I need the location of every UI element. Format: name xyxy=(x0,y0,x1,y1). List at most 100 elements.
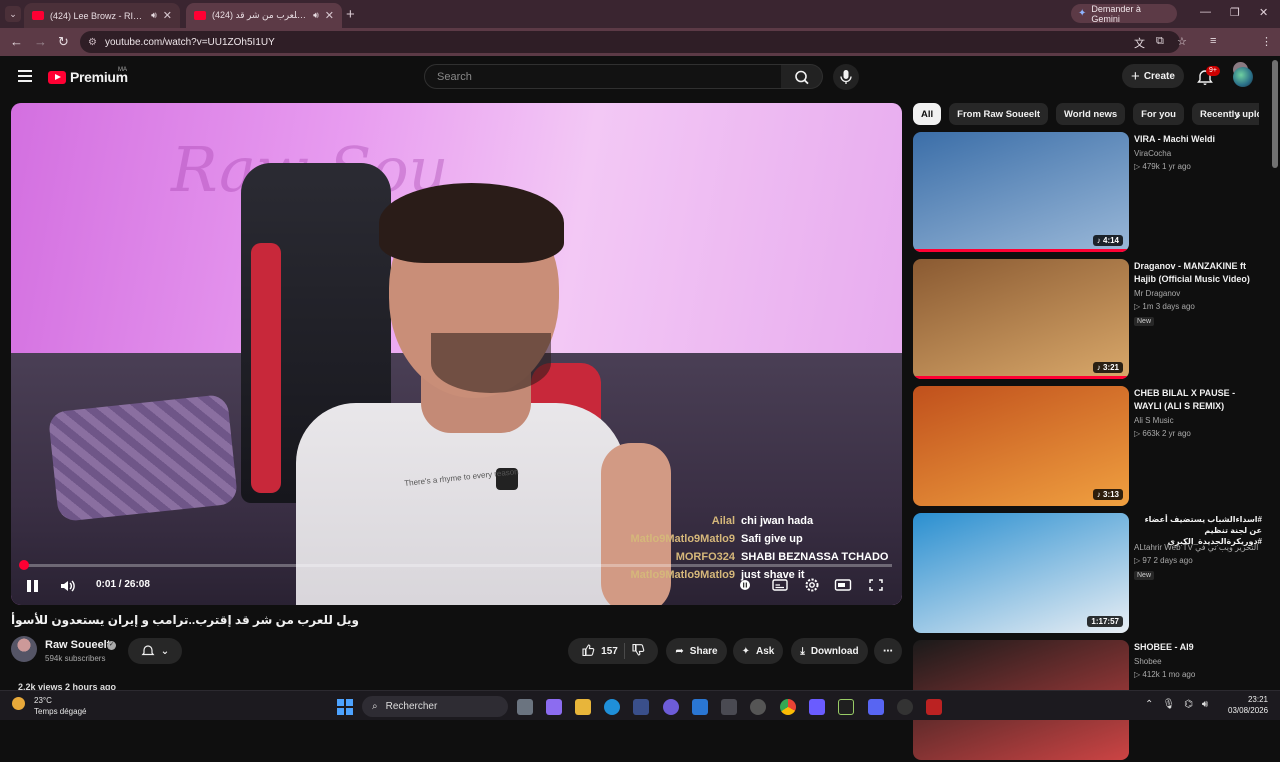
create-button[interactable]: + Create xyxy=(1122,64,1184,88)
duration-badge: ♪ 3:21 xyxy=(1092,362,1123,373)
download-button[interactable]: ⤓ Download xyxy=(791,638,868,664)
seek-handle[interactable] xyxy=(19,560,29,570)
related-video-title[interactable]: CHEB BILAL X PAUSE - WAYLI (ALI S REMIX) xyxy=(1134,387,1262,413)
taskbar-search-box[interactable]: ⌕ Rechercher xyxy=(362,696,508,717)
app-icon[interactable] xyxy=(897,699,913,715)
page-scrollbar[interactable] xyxy=(1272,60,1278,168)
like-count[interactable]: 157 xyxy=(601,646,618,657)
tab-list-chevron-icon[interactable]: ⌄ xyxy=(5,6,21,22)
new-tab-plus-icon[interactable]: + xyxy=(346,6,355,23)
network-icon[interactable]: ⌬ xyxy=(1184,699,1193,710)
thumbs-down-icon[interactable] xyxy=(631,643,645,660)
app-icon[interactable] xyxy=(838,699,854,715)
video-person-hair xyxy=(379,183,564,263)
thumbs-up-icon[interactable] xyxy=(581,643,595,660)
address-bar[interactable]: ⚙︎ youtube.com/watch?v=UU1ZOh5I1UY xyxy=(80,31,1180,53)
tray-overflow-chevron-icon[interactable]: ⌃ xyxy=(1145,699,1153,710)
edge-browser-icon[interactable] xyxy=(604,699,620,715)
search-input[interactable]: Search xyxy=(424,64,782,89)
browser-tab-1[interactable]: (424) Lee Browz - RIGATO 🔊︎ ✕ xyxy=(24,3,180,28)
browser-tab-strip: ⌄ (424) Lee Browz - RIGATO 🔊︎ ✕ (424) وي… xyxy=(0,0,1280,28)
close-tab-icon[interactable]: ✕ xyxy=(163,9,172,22)
back-arrow-icon[interactable]: ← xyxy=(10,34,23,49)
speaker-icon[interactable]: 🔊︎ xyxy=(151,10,157,21)
chip-from-channel[interactable]: From Raw Soueelt xyxy=(949,103,1049,125)
related-channel-name[interactable]: ViraCocha xyxy=(1134,149,1171,158)
related-video-title[interactable]: SHOBEE - AI9 xyxy=(1134,641,1262,654)
steam-icon[interactable] xyxy=(750,699,766,715)
translate-icon[interactable]: 文 xyxy=(1134,35,1145,51)
hamburger-menu-icon[interactable] xyxy=(18,70,32,82)
app-icon[interactable] xyxy=(721,699,737,715)
related-channel-name[interactable]: ALtahrir Web TV التحرير ويب تي في xyxy=(1134,543,1258,552)
channel-avatar[interactable] xyxy=(11,636,37,662)
related-video-title[interactable]: Draganov - MANZAKINE ft Hajib (Official … xyxy=(1134,260,1262,286)
tab-label: (424) ويل للعرب من شر قد xyxy=(212,10,307,20)
related-video-card[interactable]: ♪ 4:14 VIRA - Machi Weldi ViraCocha ▷ 479k … xyxy=(913,132,1263,254)
chip-for-you[interactable]: For you xyxy=(1133,103,1184,125)
pause-icon[interactable] xyxy=(27,579,41,593)
browser-tab-2-active[interactable]: (424) ويل للعرب من شر قد 🔊︎ ✕ xyxy=(186,3,342,28)
related-channel-name[interactable]: Ali S Music xyxy=(1134,416,1174,425)
video-thumbnail[interactable]: ♪ 4:14 xyxy=(913,132,1129,252)
related-video-title[interactable]: VIRA - Machi Weldi xyxy=(1134,133,1262,146)
volume-icon[interactable] xyxy=(59,578,77,594)
autoplay-toggle-icon[interactable] xyxy=(736,577,754,593)
video-player[interactable]: Raw Sou There's a rhyme to every reason … xyxy=(11,103,902,605)
video-thumbnail[interactable]: ♪ 3:21 xyxy=(913,259,1129,379)
taskbar-clock[interactable]: 23:21 03/08/2026 xyxy=(1228,694,1268,716)
chrome-icon[interactable] xyxy=(780,699,796,715)
close-tab-icon[interactable]: ✕ xyxy=(325,9,334,22)
copilot-icon[interactable] xyxy=(546,699,562,715)
file-explorer-icon[interactable] xyxy=(575,699,591,715)
microphone-icon[interactable]: 🎙︎ xyxy=(1162,699,1175,710)
related-channel-name[interactable]: Shobee xyxy=(1134,657,1162,666)
install-app-icon[interactable]: ⧉ xyxy=(1156,35,1164,48)
ask-button[interactable]: ✦ Ask xyxy=(733,638,783,664)
chip-all[interactable]: All xyxy=(913,103,942,125)
close-window-icon[interactable]: ✕ xyxy=(1259,6,1268,19)
subtitles-icon[interactable] xyxy=(771,577,789,593)
more-actions-icon[interactable]: ⋯ xyxy=(874,638,902,664)
video-thumbnail[interactable]: 1:17:57 xyxy=(913,513,1129,633)
task-view-icon[interactable] xyxy=(517,699,533,715)
chevron-right-icon[interactable]: › xyxy=(1236,106,1241,122)
account-avatar[interactable] xyxy=(1233,67,1253,87)
seek-bar[interactable] xyxy=(21,564,892,567)
video-thumbnail[interactable]: ♪ 3:13 xyxy=(913,386,1129,506)
settings-gear-icon[interactable] xyxy=(803,577,821,593)
chip-recently-uploaded[interactable]: Recently uploaded xyxy=(1192,103,1259,125)
search-button[interactable] xyxy=(781,64,823,89)
chip-world-news[interactable]: World news xyxy=(1056,103,1126,125)
fullscreen-icon[interactable] xyxy=(867,577,885,593)
site-info-icon[interactable]: ⚙︎ xyxy=(88,37,97,48)
mail-icon[interactable] xyxy=(692,699,708,715)
share-button[interactable]: ➦ Share xyxy=(666,638,727,664)
subscription-notifications-button[interactable]: ⌄ xyxy=(128,638,182,664)
speaker-icon[interactable]: 🔊︎ xyxy=(1202,699,1208,710)
kebab-menu-icon[interactable]: ⋮ xyxy=(1261,35,1272,48)
minimize-icon[interactable]: — xyxy=(1200,6,1211,18)
related-channel-name[interactable]: Mr Draganov xyxy=(1134,289,1180,298)
theater-mode-icon[interactable] xyxy=(834,577,852,593)
ask-gemini-button[interactable]: ✦ Demander à Gemini xyxy=(1071,4,1177,24)
related-video-card[interactable]: 1:17:57 #اسداءالشباب يستضيف أعضاء عن لجنة… xyxy=(913,513,1263,635)
maximize-icon[interactable]: ❐ xyxy=(1230,6,1240,19)
game-app-icon[interactable] xyxy=(809,699,825,715)
teams-icon[interactable] xyxy=(663,699,679,715)
forward-arrow-icon[interactable]: → xyxy=(34,34,47,49)
related-video-card[interactable]: ♪ 3:13 CHEB BILAL X PAUSE - WAYLI (ALI S … xyxy=(913,386,1263,508)
reading-list-icon[interactable]: ≡ xyxy=(1210,35,1216,47)
discord-icon[interactable] xyxy=(868,699,884,715)
speaker-icon[interactable]: 🔊︎ xyxy=(313,10,319,21)
reload-icon[interactable]: ↻ xyxy=(58,34,69,50)
voice-search-button[interactable] xyxy=(833,64,859,90)
app-icon[interactable] xyxy=(926,699,942,715)
tab-label: (424) Lee Browz - RIGATO xyxy=(50,10,146,21)
bookmark-star-icon[interactable]: ☆ xyxy=(1177,35,1187,48)
related-video-card[interactable]: ♪ 3:21 Draganov - MANZAKINE ft Hajib (Off… xyxy=(913,259,1263,381)
youtube-premium-logo[interactable]: Premium MA xyxy=(48,67,128,85)
channel-name[interactable]: Raw Soueelt xyxy=(45,639,110,651)
windows-start-icon[interactable] xyxy=(337,699,353,715)
store-icon[interactable] xyxy=(633,699,649,715)
